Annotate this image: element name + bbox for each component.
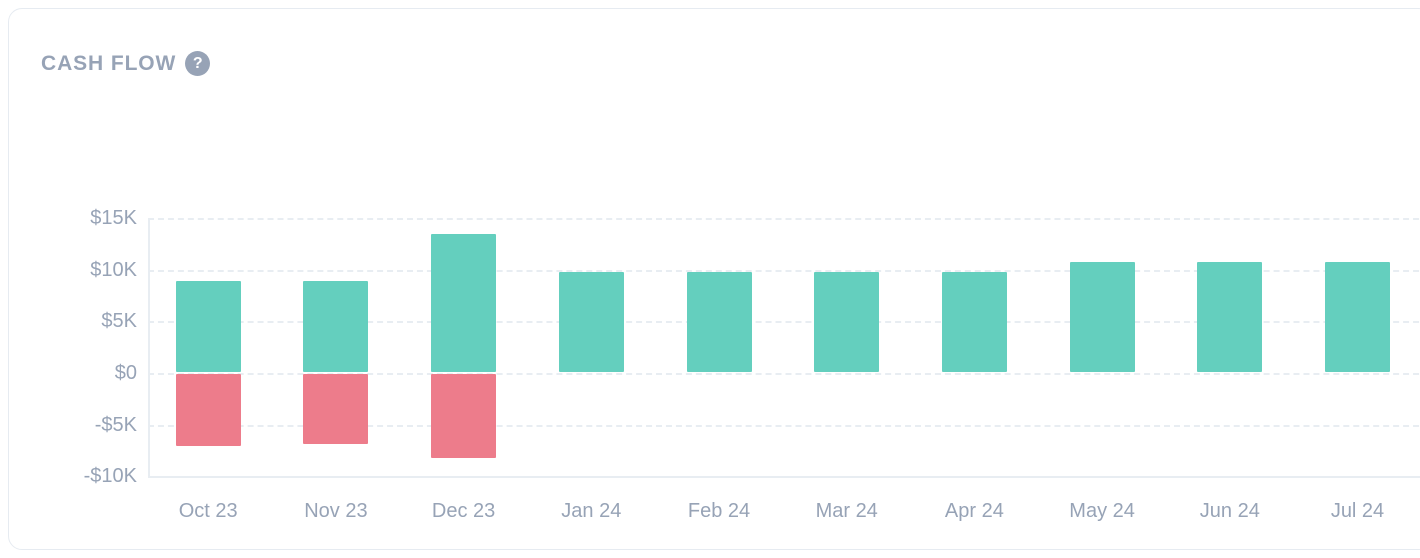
chart-plot-area: $15K $10K $5K $0 -$5K -$10K Oct 23 Nov 23 Dec 2… bbox=[9, 9, 1420, 549]
y-axis-tick-label: $15K bbox=[90, 206, 137, 229]
cash-flow-card: CASH FLOW ? $15K $10K $5K $0 -$5K -$10K Oct 2… bbox=[8, 8, 1420, 550]
y-axis-tick-label: $10K bbox=[90, 258, 137, 281]
x-axis-tick-label: Nov 23 bbox=[304, 500, 368, 522]
x-axis-tick-label: Feb 24 bbox=[687, 500, 751, 522]
x-axis-tick-label: Jul 24 bbox=[1330, 500, 1385, 522]
bar-positive-jul-24[interactable] bbox=[1325, 261, 1390, 372]
x-axis-tick-label: Jun 24 bbox=[1199, 500, 1260, 522]
x-axis-line bbox=[148, 476, 1420, 478]
bar-negative-nov-23[interactable] bbox=[303, 374, 369, 445]
bar-positive-feb-24[interactable] bbox=[686, 272, 752, 372]
x-axis-tick-label: Apr 24 bbox=[944, 500, 1004, 522]
y-axis-tick-label: $0 bbox=[114, 362, 137, 384]
x-axis-tick-label: Jan 24 bbox=[561, 500, 622, 522]
x-axis-tick-label: May 24 bbox=[1069, 500, 1135, 522]
x-axis-tick-label: Dec 23 bbox=[431, 500, 496, 522]
bar-negative-oct-23[interactable] bbox=[175, 374, 241, 447]
x-axis-tick-label: Mar 24 bbox=[815, 500, 878, 522]
bar-positive-mar-24[interactable] bbox=[814, 272, 880, 372]
cash-flow-widget: CASH FLOW ? $15K $10K $5K $0 -$5K -$10K Oct 2… bbox=[0, 0, 1420, 558]
gridline bbox=[148, 217, 1420, 220]
y-axis-tick-label: -$10K bbox=[83, 465, 137, 488]
bar-positive-jun-24[interactable] bbox=[1197, 261, 1263, 372]
bar-positive-apr-24[interactable] bbox=[941, 272, 1007, 372]
bar-positive-jan-24[interactable] bbox=[558, 272, 624, 372]
bar-positive-nov-23[interactable] bbox=[303, 280, 369, 372]
bar-negative-dec-23[interactable] bbox=[431, 374, 497, 458]
bar-positive-oct-23[interactable] bbox=[175, 280, 241, 372]
bar-positive-may-24[interactable] bbox=[1069, 261, 1135, 372]
y-axis-line bbox=[148, 217, 150, 476]
y-axis-tick-label: $5K bbox=[101, 310, 137, 333]
bar-positive-dec-23[interactable] bbox=[431, 234, 497, 372]
y-axis-tick-label: -$5K bbox=[94, 413, 137, 436]
x-axis-tick-label: Oct 23 bbox=[178, 500, 238, 522]
